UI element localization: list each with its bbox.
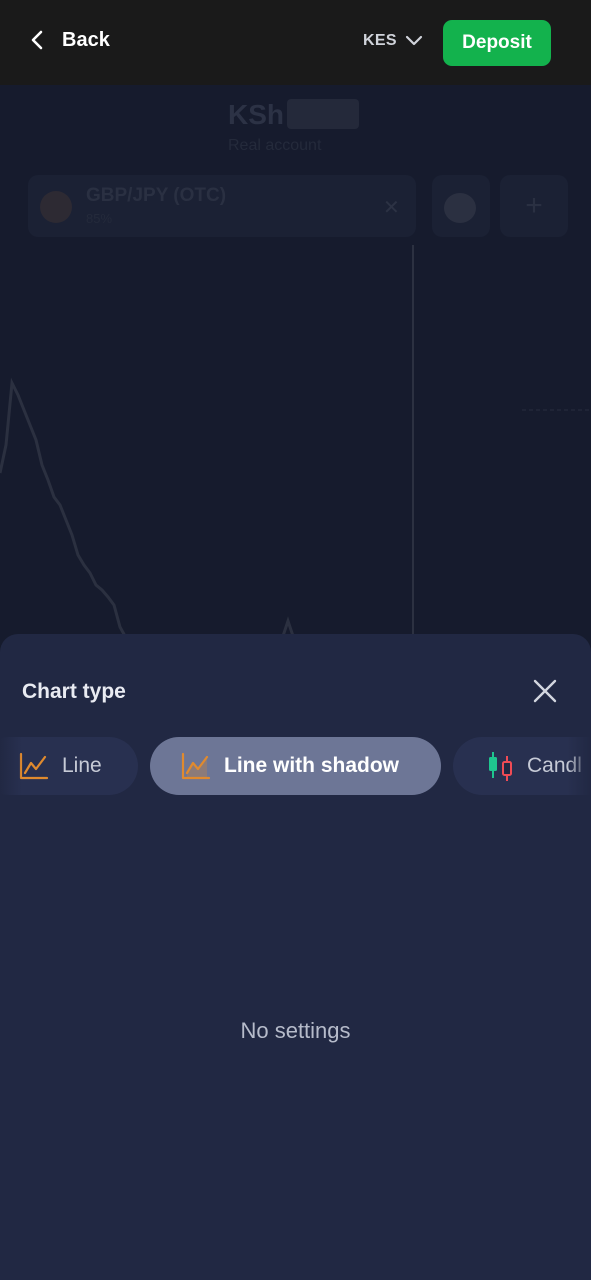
price-line [0, 377, 132, 645]
tab-line[interactable]: Line [0, 737, 138, 795]
empty-settings-message: No settings [240, 1018, 351, 1043]
add-asset-button[interactable]: + [500, 175, 568, 237]
asset-payout: 85% [86, 211, 113, 226]
candles-icon [489, 752, 512, 781]
chevron-down-icon [405, 35, 422, 46]
balance-hidden-value [287, 99, 359, 129]
asset-name: GBP/JPY (OTC) [86, 185, 227, 206]
tab-label: Candl [527, 754, 582, 777]
back-button[interactable]: Back [28, 28, 110, 52]
tab-candles[interactable]: Candl [453, 737, 591, 795]
close-icon[interactable] [530, 676, 560, 706]
balance-prefix: KSh [228, 99, 284, 130]
sheet-title: Chart type [22, 680, 126, 703]
currency-label: KES [363, 32, 397, 49]
deposit-button[interactable]: Deposit [443, 20, 551, 66]
asset-tab[interactable]: GBP/JPY (OTC) 85% ✕ [28, 175, 416, 237]
chart-type-sheet: Chart type Line Line with shadow Candl N… [0, 634, 591, 1280]
line-chart-icon [19, 752, 49, 780]
tab-label: Line [62, 754, 102, 777]
back-label: Back [62, 28, 110, 51]
close-icon[interactable]: ✕ [383, 195, 400, 220]
asset-flag-icon [40, 191, 72, 223]
tab-label: Line with shadow [224, 754, 400, 777]
top-bar: Back KES Deposit [0, 0, 591, 85]
tab-line-with-shadow[interactable]: Line with shadow [150, 737, 441, 795]
price-chart [0, 245, 591, 645]
chart-type-tabs: Line Line with shadow Candl [0, 737, 591, 795]
currency-selector[interactable]: KES [363, 32, 423, 50]
asset-flag-icon [444, 193, 476, 223]
account-type: Real account [228, 137, 322, 154]
trading-background: KSh Real account GBP/JPY (OTC) 85% ✕ + [0, 85, 591, 645]
line-shadow-chart-icon [181, 752, 211, 780]
asset-tab-secondary[interactable] [432, 175, 490, 237]
chevron-left-icon [31, 30, 43, 50]
